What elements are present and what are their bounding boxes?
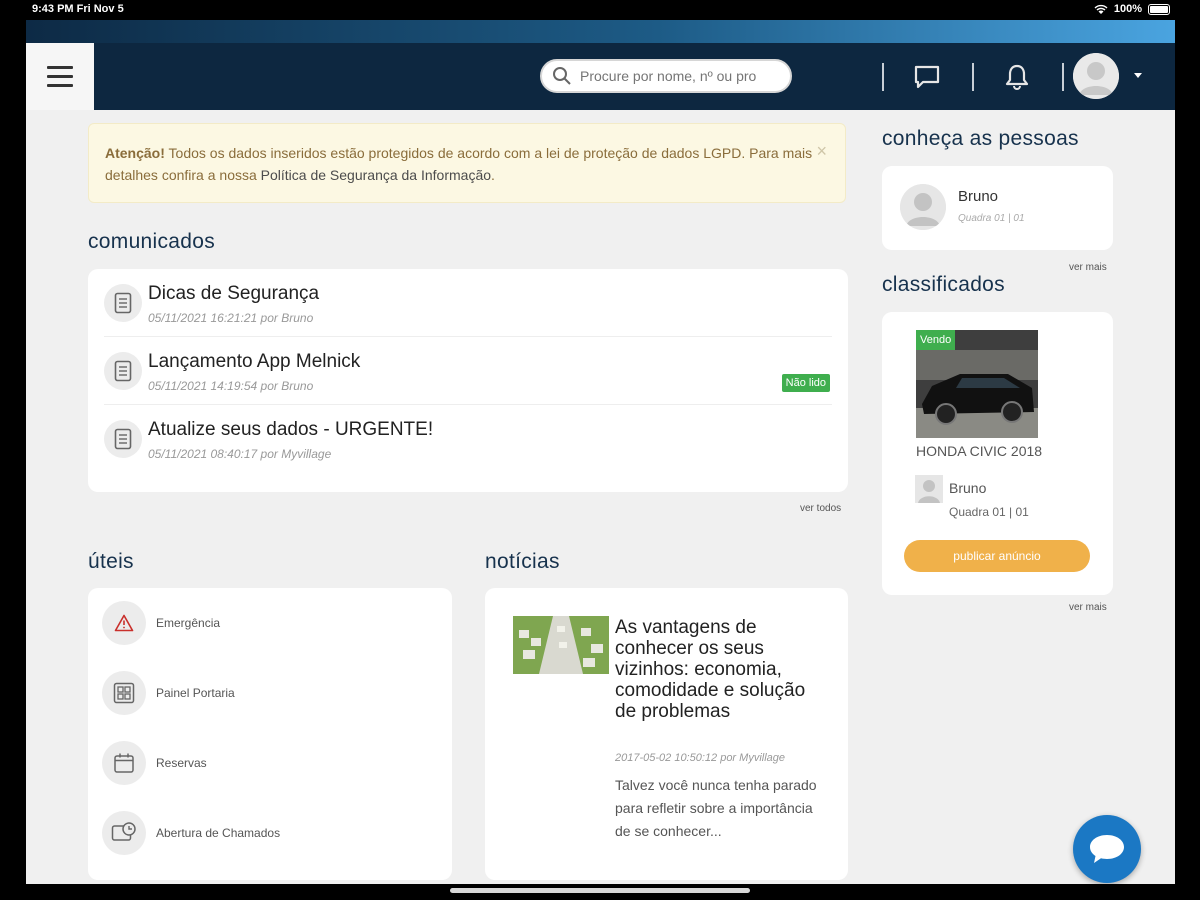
news-excerpt: Talvez você nunca tenha parado para refl… — [615, 777, 817, 839]
avatar — [915, 475, 943, 503]
document-icon — [104, 284, 142, 322]
app-header — [26, 43, 1175, 110]
calendar-icon — [102, 741, 146, 785]
comunicado-meta: 05/11/2021 08:40:17 por Myvillage — [148, 447, 332, 461]
car-image[interactable]: Vendo — [916, 330, 1038, 438]
seller-name: Bruno — [949, 480, 987, 496]
policy-link[interactable]: Política de Segurança da Informação — [261, 167, 491, 183]
battery-indicator: 100% — [1094, 3, 1170, 15]
util-abertura-chamados[interactable]: Abertura de Chamados — [102, 810, 280, 856]
header-divider — [1062, 63, 1064, 91]
ver-todos-link[interactable]: ver todos — [800, 503, 841, 514]
classificados-title: classificados — [882, 273, 1005, 296]
avatar[interactable] — [1073, 53, 1119, 99]
person-location: Quadra 01 | 01 — [958, 213, 1025, 224]
header-divider — [882, 63, 884, 91]
document-icon — [104, 352, 142, 390]
pessoas-card[interactable]: Bruno Quadra 01 | 01 — [882, 166, 1113, 250]
util-label: Emergência — [156, 616, 221, 630]
util-reservas[interactable]: Reservas — [102, 740, 207, 786]
document-icon — [104, 420, 142, 458]
classificados-card: Vendo HONDA CIVIC 2018 Bruno Quadra 01 |… — [882, 312, 1113, 595]
util-painel-portaria[interactable]: Painel Portaria — [102, 670, 235, 716]
news-image — [513, 616, 609, 674]
comunicado-meta: 05/11/2021 16:21:21 por Bruno — [148, 311, 314, 325]
chat-bubble-icon — [1090, 835, 1124, 863]
seller-location: Quadra 01 | 01 — [949, 505, 1029, 519]
alert-strong: Atenção! — [105, 145, 165, 161]
alert-end: . — [491, 167, 495, 183]
ver-mais-pessoas-link[interactable]: ver mais — [1069, 262, 1107, 273]
news-title: As vantagens de conhecer os seus vizinho… — [615, 617, 806, 722]
avatar — [900, 184, 946, 230]
list-item[interactable]: Dicas de Segurança 05/11/2021 16:21:21 p… — [104, 269, 832, 336]
bell-icon[interactable] — [1002, 62, 1032, 92]
util-label: Abertura de Chamados — [156, 826, 281, 840]
close-icon[interactable]: × — [816, 140, 827, 162]
comunicado-meta: 05/11/2021 14:19:54 por Bruno — [148, 379, 314, 393]
news-meta: 2017-05-02 10:50:12 por Myvillage — [615, 752, 786, 764]
home-indicator[interactable] — [450, 888, 750, 893]
status-bar: 9:43 PM Fri Nov 5 100% — [0, 0, 1200, 20]
ticket-clock-icon — [102, 811, 146, 855]
publish-ad-button[interactable]: publicar anúncio — [904, 540, 1090, 572]
top-strip — [26, 20, 1175, 43]
util-label: Reservas — [156, 756, 207, 770]
unread-badge: Não lido — [781, 374, 830, 392]
comunicado-title: Dicas de Segurança — [148, 283, 320, 304]
person-name: Bruno — [958, 188, 999, 205]
panel-icon — [102, 671, 146, 715]
status-time: 9:43 PM Fri Nov 5 — [32, 3, 124, 15]
lgpd-alert: Atenção! Todos os dados inseridos estão … — [88, 123, 846, 203]
comunicados-card: Dicas de Segurança 05/11/2021 16:21:21 p… — [88, 269, 848, 492]
listing-title: HONDA CIVIC 2018 — [916, 443, 1043, 459]
caret-down-icon[interactable] — [1134, 73, 1142, 78]
battery-percent: 100% — [1113, 3, 1142, 15]
util-emergencia[interactable]: Emergência — [102, 600, 220, 646]
search-input[interactable] — [580, 68, 770, 84]
sale-tag: Vendo — [916, 330, 956, 350]
chat-icon[interactable] — [912, 62, 942, 92]
uteis-title: úteis — [88, 550, 134, 573]
comunicado-title: Atualize seus dados - URGENTE! — [148, 419, 434, 440]
header-divider — [972, 63, 974, 91]
search-icon — [553, 67, 571, 85]
noticias-title: notícias — [485, 550, 560, 573]
comunicado-title: Lançamento App Melnick — [148, 351, 361, 372]
menu-icon[interactable] — [26, 43, 94, 110]
ver-mais-classificados-link[interactable]: ver mais — [1069, 602, 1107, 613]
app-screen: Atenção! Todos os dados inseridos estão … — [26, 20, 1175, 884]
search-bar[interactable] — [540, 59, 792, 93]
warning-icon — [102, 601, 146, 645]
noticias-card[interactable]: As vantagens de conhecer os seus vizinho… — [485, 588, 848, 880]
list-item[interactable]: Lançamento App Melnick 05/11/2021 14:19:… — [104, 336, 832, 403]
comunicados-title: comunicados — [88, 230, 216, 253]
battery-icon — [1148, 3, 1170, 15]
wifi-icon — [1094, 4, 1108, 14]
util-label: Painel Portaria — [156, 686, 235, 700]
pessoas-title: conheça as pessoas — [882, 127, 1079, 150]
list-item[interactable]: Atualize seus dados - URGENTE! 05/11/202… — [104, 404, 832, 471]
uteis-card: Emergência Painel Portaria Reservas Aber… — [88, 588, 452, 880]
chat-fab-button[interactable] — [1073, 815, 1141, 883]
